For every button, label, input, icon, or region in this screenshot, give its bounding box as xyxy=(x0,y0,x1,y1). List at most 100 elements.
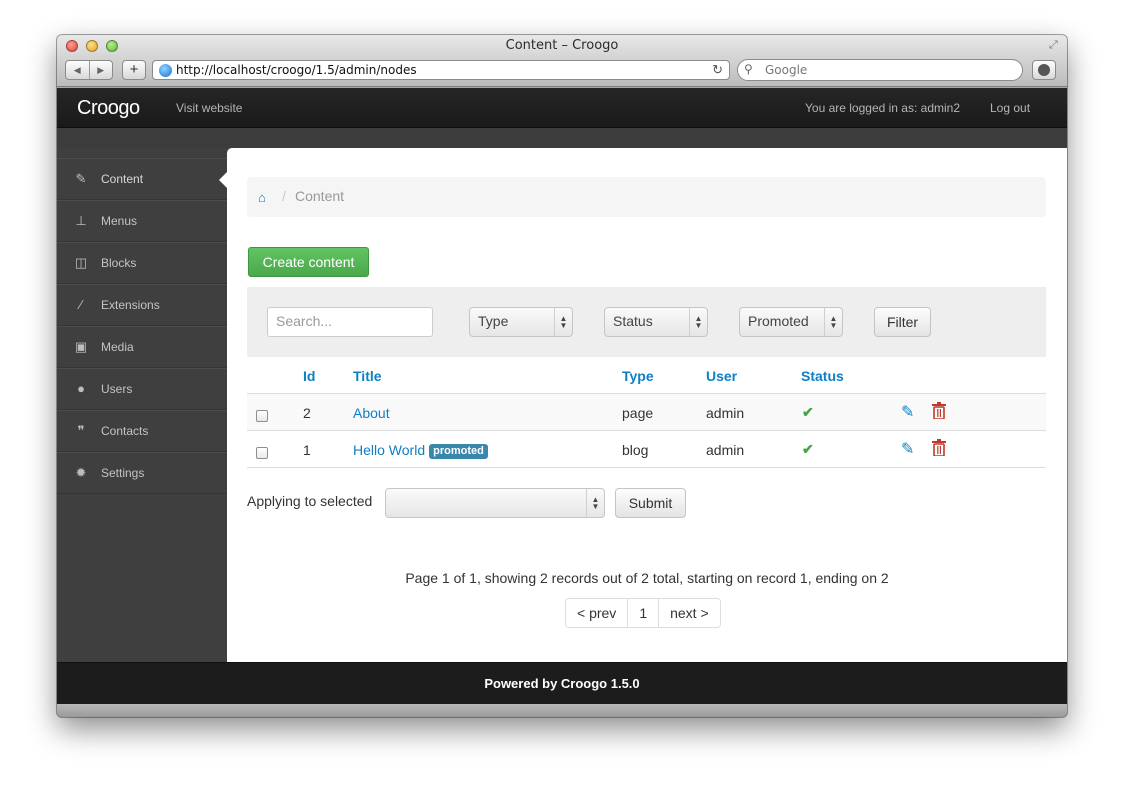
bulk-action-label: Applying to selected xyxy=(247,493,373,509)
bulk-action-select[interactable]: ▲ ▼ xyxy=(385,488,605,518)
search-icon: ⚲ xyxy=(744,62,753,76)
globe-icon xyxy=(159,64,172,77)
row-user: admin xyxy=(706,405,745,421)
browser-status-bar xyxy=(57,704,1067,717)
row-checkbox[interactable] xyxy=(256,410,268,422)
row-title-link[interactable]: About xyxy=(353,405,390,421)
sidebar: ✎ Content ⊥ Menus ◫ Blocks ⁄ Extensions … xyxy=(57,158,227,494)
promoted-select[interactable]: Promoted ▲ ▼ xyxy=(739,307,843,337)
magic-wand-icon: ⁄ xyxy=(79,297,83,312)
sidebar-item-label: Settings xyxy=(101,466,145,480)
sidebar-item-extensions[interactable]: ⁄ Extensions xyxy=(57,284,227,326)
sidebar-item-media[interactable]: ▣ Media xyxy=(57,326,227,368)
promoted-badge: promoted xyxy=(429,444,488,459)
sidebar-item-contacts[interactable]: ❞ Contacts xyxy=(57,410,227,452)
column-header-user[interactable]: User xyxy=(706,368,737,384)
admin-page: Croogo Visit website You are logged in a… xyxy=(57,88,1067,717)
filter-button[interactable]: Filter xyxy=(874,307,931,337)
create-content-button[interactable]: Create content xyxy=(248,247,369,277)
logged-in-text: You are logged in as: admin2 xyxy=(805,101,961,115)
user-icon: ● xyxy=(77,381,85,396)
url-text[interactable]: http://localhost/croogo/1.5/admin/nodes xyxy=(176,63,417,77)
submit-button[interactable]: Submit xyxy=(615,488,686,518)
type-select[interactable]: Type ▲ ▼ xyxy=(469,307,573,337)
sidebar-item-menus[interactable]: ⊥ Menus xyxy=(57,200,227,242)
sidebar-item-users[interactable]: ● Users xyxy=(57,368,227,410)
window-title: Content – Croogo xyxy=(505,38,619,53)
trash-icon[interactable] xyxy=(932,402,946,419)
breadcrumb-separator: / xyxy=(282,188,286,204)
status-select-value: Status xyxy=(613,313,653,329)
visit-website-link[interactable]: Visit website xyxy=(176,101,242,115)
select-arrows-icon: ▲ ▼ xyxy=(554,308,572,336)
comments-icon: ❞ xyxy=(77,423,85,438)
brand-logo[interactable]: Croogo xyxy=(77,97,140,120)
reload-icon[interactable]: ↻ xyxy=(712,62,723,78)
select-arrows-icon: ▲ ▼ xyxy=(586,489,604,517)
type-select-value: Type xyxy=(478,313,509,329)
row-checkbox[interactable] xyxy=(256,447,268,459)
back-forward-buttons: ◀ ▶ xyxy=(65,60,113,80)
sidebar-item-settings[interactable]: ✹ Settings xyxy=(57,452,227,494)
status-check-icon[interactable]: ✔ xyxy=(802,404,814,421)
pagination: < prev 1 next > xyxy=(565,598,721,628)
address-bar[interactable]: http://localhost/croogo/1.5/admin/nodes … xyxy=(152,60,730,80)
content-table: Id Title Type User Status 2 About page a… xyxy=(247,357,1046,468)
select-arrows-icon: ▲ ▼ xyxy=(824,308,842,336)
forward-icon[interactable]: ▶ xyxy=(90,61,113,79)
next-page-link[interactable]: next > xyxy=(659,599,720,627)
status-select[interactable]: Status ▲ ▼ xyxy=(604,307,708,337)
add-bookmark-button[interactable]: + xyxy=(122,60,146,80)
select-arrows-icon: ▲ ▼ xyxy=(689,308,707,336)
row-title-link[interactable]: Hello World xyxy=(353,442,425,458)
fullscreen-icon[interactable]: ⤢ xyxy=(1049,39,1061,51)
row-title-cell: Hello World promoted xyxy=(353,442,488,459)
main-content: ⌂ / Content Create content Search... Typ… xyxy=(227,148,1067,662)
sub-navbar xyxy=(57,128,1067,148)
edit-pencil-icon[interactable]: ✎ xyxy=(901,402,914,422)
edit-icon: ✎ xyxy=(75,171,87,186)
sidebar-item-label: Users xyxy=(101,382,133,396)
column-header-id[interactable]: Id xyxy=(303,368,315,384)
row-user: admin xyxy=(706,442,745,458)
row-type: page xyxy=(622,405,654,421)
columns-icon: ◫ xyxy=(74,255,88,270)
browser-search-placeholder: Google xyxy=(765,63,808,77)
breadcrumb-current: Content xyxy=(295,188,345,204)
sidebar-item-label: Blocks xyxy=(101,256,137,270)
sidebar-item-label: Menus xyxy=(101,214,138,228)
search-input[interactable]: Search... xyxy=(267,307,433,337)
table-header: Id Title Type User Status xyxy=(247,357,1046,394)
gear-icon: ✹ xyxy=(75,465,87,480)
column-header-type[interactable]: Type xyxy=(622,368,654,384)
sidebar-item-label: Content xyxy=(101,172,144,186)
promoted-select-value: Promoted xyxy=(748,313,809,329)
table-row: 2 About page admin ✔ ✎ xyxy=(247,394,1046,431)
downloads-button[interactable] xyxy=(1032,60,1056,80)
home-icon[interactable]: ⌂ xyxy=(258,190,266,205)
top-navbar: Croogo Visit website You are logged in a… xyxy=(57,88,1067,128)
picture-icon: ▣ xyxy=(74,339,88,354)
footer-text: Powered by Croogo 1.5.0 xyxy=(484,676,640,691)
row-id: 1 xyxy=(303,442,311,458)
browser-search-field[interactable]: ⚲ Google xyxy=(737,59,1023,81)
sidebar-item-content[interactable]: ✎ Content xyxy=(57,158,227,200)
row-id: 2 xyxy=(303,405,311,421)
filter-bar: Search... Type ▲ ▼ Status ▲ ▼ Promoted ▲ ▼ … xyxy=(247,287,1046,357)
sidebar-item-label: Contacts xyxy=(101,424,149,438)
browser-titlebar: Content – Croogo ⤢ ◀ ▶ + http://localhos… xyxy=(57,35,1067,87)
prev-page-link[interactable]: < prev xyxy=(566,599,629,627)
footer: Powered by Croogo 1.5.0 xyxy=(57,662,1067,704)
column-header-status[interactable]: Status xyxy=(801,368,844,384)
status-check-icon[interactable]: ✔ xyxy=(802,441,814,458)
sitemap-icon: ⊥ xyxy=(75,213,87,228)
edit-pencil-icon[interactable]: ✎ xyxy=(901,439,914,459)
pagination-info: Page 1 of 1, showing 2 records out of 2 … xyxy=(405,570,889,586)
sidebar-item-label: Media xyxy=(101,340,134,354)
column-header-title[interactable]: Title xyxy=(353,368,382,384)
page-1-link[interactable]: 1 xyxy=(628,599,660,627)
trash-icon[interactable] xyxy=(932,439,946,456)
logout-link[interactable]: Log out xyxy=(990,101,1030,115)
back-icon[interactable]: ◀ xyxy=(66,61,90,79)
sidebar-item-blocks[interactable]: ◫ Blocks xyxy=(57,242,227,284)
